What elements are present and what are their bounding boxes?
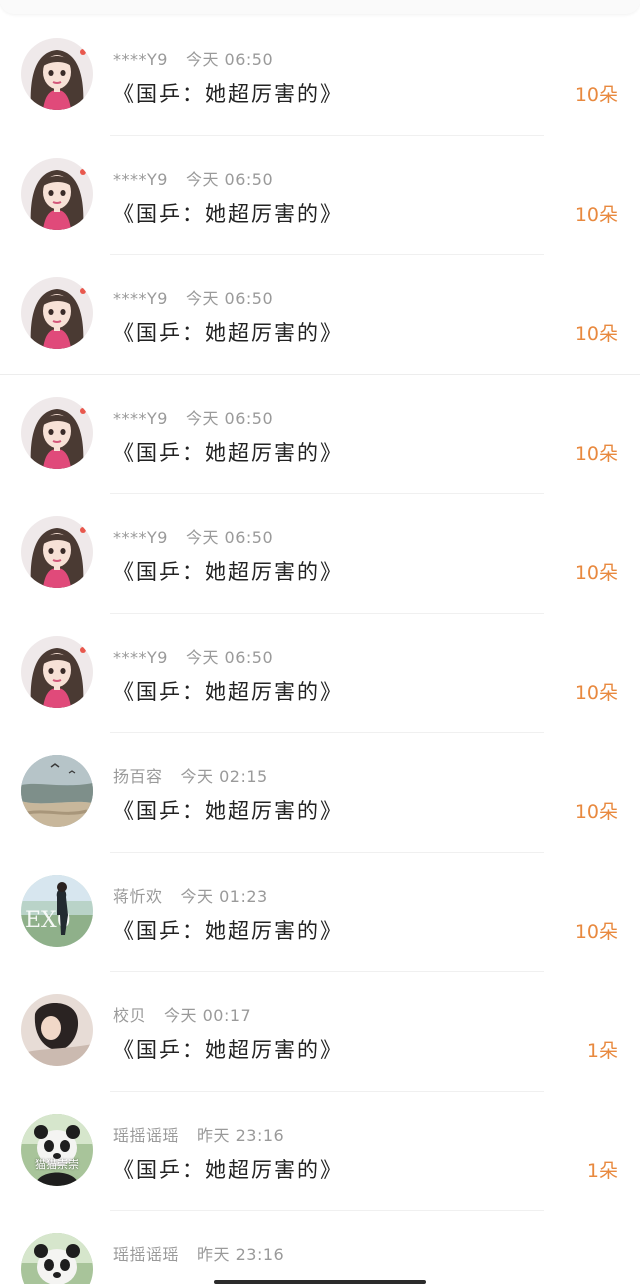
user-name[interactable]: ****Y9	[113, 50, 168, 69]
list-item[interactable]: ****Y9 今天 06:50 《国乒：她超厉害的》 10朵	[0, 136, 640, 255]
panda-avatar[interactable]	[21, 1233, 93, 1284]
comment-meta: 瑶摇谣瑶 昨天 23:16	[113, 1241, 284, 1265]
comment-list-page: ****Y9 今天 06:50 《国乒：她超厉害的》 10朵 ****Y9 今天 0…	[0, 0, 640, 1284]
list-item[interactable]: 扬百容 今天 02:15 《国乒：她超厉害的》 10朵	[0, 733, 640, 853]
list-item[interactable]: ****Y9 今天 06:50 《国乒：她超厉害的》 10朵	[0, 494, 640, 614]
comment-title: 《国乒：她超厉害的》	[113, 1157, 343, 1182]
list-item[interactable]: 校贝 今天 00:17 《国乒：她超厉害的》 1朵	[0, 972, 640, 1092]
girl-avatar[interactable]	[21, 157, 93, 230]
comment-title: 《国乒：她超厉害的》	[113, 440, 343, 465]
list-item[interactable]: ****Y9 今天 06:50 《国乒：她超厉害的》 10朵	[0, 614, 640, 733]
comment-title: 《国乒：她超厉害的》	[113, 560, 343, 584]
list-item[interactable]: EX0 蒋忻欢 今天 01:23 《国乒：她超厉害的》 10朵	[0, 853, 640, 972]
user-name[interactable]: 校贝	[113, 1006, 146, 1025]
gift-count: 10朵	[574, 801, 618, 823]
user-name[interactable]: ****Y9	[113, 409, 168, 428]
list-item[interactable]: ****Y9 今天 06:50 《国乒：她超厉害的》 10朵	[0, 16, 640, 136]
exo-avatar[interactable]: EX0	[21, 874, 93, 947]
list-item[interactable]: ****Y9 今天 06:50 《国乒：她超厉害的》 10朵	[0, 375, 640, 494]
girl-avatar[interactable]	[21, 277, 93, 349]
comment-meta: ****Y9 今天 06:50	[113, 46, 273, 70]
beach-avatar[interactable]	[21, 755, 93, 827]
girl-avatar[interactable]	[21, 396, 93, 469]
comment-time: 今天 06:50	[185, 289, 274, 308]
photo-avatar[interactable]	[21, 994, 93, 1066]
user-name[interactable]: ****Y9	[113, 528, 168, 547]
user-name[interactable]: 扬百容	[113, 767, 163, 786]
top-card-edge	[0, 0, 640, 14]
girl-avatar[interactable]	[21, 516, 93, 588]
comment-time: 昨天 23:16	[197, 1125, 285, 1145]
gift-count: 10朵	[574, 681, 618, 704]
gift-comment-list: ****Y9 今天 06:50 《国乒：她超厉害的》 10朵 ****Y9 今天 0…	[0, 16, 640, 1284]
list-item[interactable]: 瑶摇谣瑶 昨天 23:16	[0, 1211, 640, 1284]
gift-count: 10朵	[574, 323, 618, 345]
panda-avatar[interactable]: 猫猫崇崇	[21, 1113, 93, 1186]
gift-count: 10朵	[574, 562, 618, 584]
user-name[interactable]: 瑶摇谣瑶	[113, 1126, 179, 1145]
gift-count: 10朵	[574, 920, 618, 943]
comment-meta: ****Y9 今天 06:50	[113, 644, 273, 668]
comment-meta: ****Y9 今天 06:50	[113, 166, 273, 190]
user-name[interactable]: ****Y9	[113, 289, 168, 308]
comment-time: 昨天 23:16	[197, 1245, 285, 1264]
comment-title: 《国乒：她超厉害的》	[113, 918, 343, 943]
user-name[interactable]: ****Y9	[113, 648, 168, 667]
comment-time: 今天 02:15	[180, 767, 268, 786]
user-name[interactable]: 蒋忻欢	[113, 887, 163, 906]
comment-meta: 扬百容 今天 02:15	[113, 763, 268, 787]
comment-meta: ****Y9 今天 06:50	[113, 285, 273, 309]
comment-title: 《国乒：她超厉害的》	[113, 82, 343, 106]
comment-time: 今天 01:23	[180, 886, 268, 906]
comment-time: 今天 06:50	[185, 408, 274, 428]
girl-avatar[interactable]	[21, 38, 93, 110]
comment-time: 今天 06:50	[185, 50, 274, 69]
comment-title: 《国乒：她超厉害的》	[113, 799, 343, 823]
girl-avatar[interactable]	[21, 635, 93, 708]
gift-count: 10朵	[574, 203, 618, 226]
gift-count: 10朵	[574, 84, 618, 106]
comment-time: 今天 00:17	[164, 1006, 252, 1025]
comment-title: 《国乒：她超厉害的》	[113, 1038, 343, 1062]
avatar-caption: 猫猫崇崇	[35, 1157, 79, 1171]
comment-meta: ****Y9 今天 06:50	[113, 524, 273, 548]
gift-count: 1朵	[586, 1159, 618, 1182]
comment-time: 今天 06:50	[185, 528, 274, 547]
gift-count: 1朵	[586, 1040, 618, 1062]
user-name[interactable]: 瑶摇谣瑶	[113, 1245, 179, 1264]
comment-time: 今天 06:50	[185, 647, 274, 667]
gift-count: 10朵	[574, 442, 618, 465]
list-item[interactable]: ****Y9 今天 06:50 《国乒：她超厉害的》 10朵	[0, 255, 640, 375]
comment-meta: 校贝 今天 00:17	[113, 1002, 251, 1026]
user-name[interactable]: ****Y9	[113, 170, 168, 189]
comment-meta: 瑶摇谣瑶 昨天 23:16	[113, 1122, 284, 1146]
comment-title: 《国乒：她超厉害的》	[113, 321, 343, 345]
comment-title: 《国乒：她超厉害的》	[113, 679, 343, 704]
home-indicator[interactable]	[214, 1280, 426, 1284]
comment-time: 今天 06:50	[185, 169, 274, 189]
list-item[interactable]: 猫猫崇崇 瑶摇谣瑶 昨天 23:16 《国乒：她超厉害的》 1朵	[0, 1092, 640, 1211]
comment-meta: ****Y9 今天 06:50	[113, 405, 273, 429]
comment-meta: 蒋忻欢 今天 01:23	[113, 883, 268, 907]
comment-title: 《国乒：她超厉害的》	[113, 201, 343, 226]
